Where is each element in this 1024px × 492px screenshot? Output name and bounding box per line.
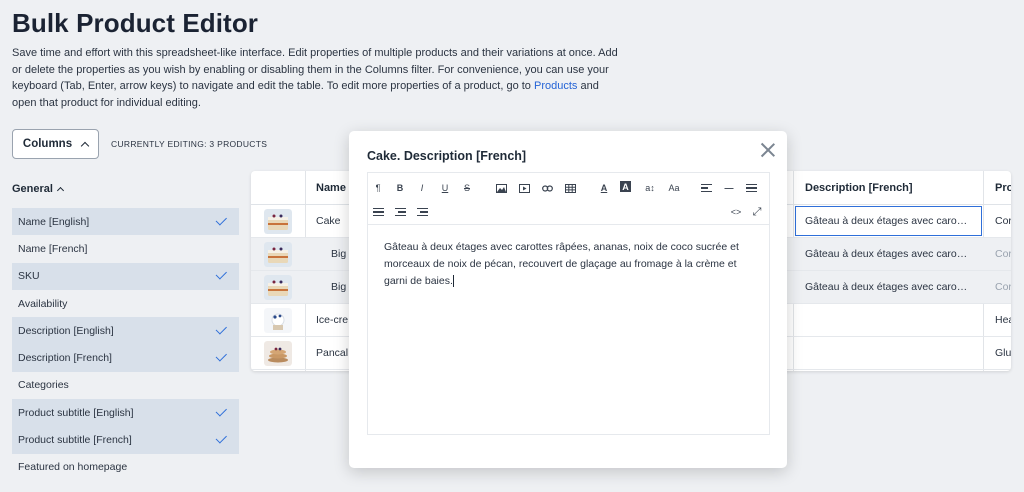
chevron-up-icon <box>56 186 65 195</box>
checkmark-icon <box>215 404 227 417</box>
column-option-label: Description [French] <box>18 352 112 365</box>
product-thumbnail <box>264 209 292 234</box>
cell-name[interactable]: Pancal <box>316 337 348 369</box>
editor-text: Gâteau à deux étages avec carottes râpée… <box>384 241 739 287</box>
checkmark-icon <box>215 268 227 280</box>
column-option-label: Name [French] <box>18 242 88 255</box>
cell-subtitle[interactable]: Hea <box>995 304 1011 336</box>
rich-text-editor: ¶ B I U S A A a↕ Aa — <> ⤢ Gâteau à deux… <box>367 172 770 435</box>
intro-text: Save time and effort with this spreadshe… <box>12 47 618 109</box>
columns-button[interactable]: Columns <box>12 129 99 159</box>
fullscreen-icon[interactable]: ⤢ <box>749 205 765 219</box>
cell-description-french[interactable]: Gâteau à deux étages avec caro… <box>805 271 967 303</box>
page-title: Bulk Product Editor <box>12 8 259 38</box>
line-height-icon[interactable]: a↕ <box>640 181 660 195</box>
column-option[interactable]: Categories <box>12 372 239 399</box>
cell-description-french[interactable]: Gâteau à deux étages avec caro… <box>805 238 967 270</box>
general-group-toggle[interactable]: General <box>12 183 65 195</box>
products-link[interactable]: Products <box>534 80 577 92</box>
modal-title: Cake. Description [French] <box>367 149 527 163</box>
close-icon[interactable] <box>759 141 777 159</box>
unordered-list-icon[interactable] <box>743 181 759 195</box>
column-option[interactable]: SKU <box>12 262 239 290</box>
image-icon[interactable] <box>493 181 509 195</box>
cell-name[interactable]: Ice-cre <box>316 304 348 336</box>
cell-subtitle[interactable]: Cor <box>995 271 1011 303</box>
cell-subtitle[interactable]: Glu <box>995 337 1011 369</box>
product-thumbnail <box>264 341 292 366</box>
column-option-label: Availability <box>18 297 68 310</box>
cell-subtitle[interactable]: Cor <box>995 238 1011 270</box>
column-option[interactable]: Featured on homepage <box>12 454 239 481</box>
column-option[interactable]: Availability <box>12 290 239 317</box>
header-description-french[interactable]: Description [French] <box>805 171 913 204</box>
chevron-up-icon <box>80 141 90 151</box>
indent-icon[interactable] <box>414 205 430 219</box>
strikethrough-icon[interactable]: S <box>459 181 475 195</box>
italic-icon[interactable]: I <box>414 181 430 195</box>
column-option-label: SKU <box>18 270 40 283</box>
column-option-label: Product subtitle [English] <box>18 406 134 419</box>
paragraph-icon[interactable]: ¶ <box>370 181 386 195</box>
editor-content[interactable]: Gâteau à deux étages avec carottes râpée… <box>368 225 769 304</box>
cell-name[interactable]: Cake <box>316 205 341 237</box>
checkmark-icon <box>215 213 227 226</box>
header-name[interactable]: Name <box>316 171 346 204</box>
link-icon[interactable] <box>539 181 555 195</box>
bold-icon[interactable]: B <box>392 181 408 195</box>
column-option[interactable]: Description [English] <box>12 317 239 345</box>
column-option-label: Product subtitle [French] <box>18 434 132 447</box>
text-caret <box>452 275 454 288</box>
checkmark-icon <box>215 432 227 444</box>
horizontal-rule-icon[interactable]: — <box>721 181 737 195</box>
checkmark-icon <box>215 323 227 335</box>
column-option[interactable]: Product subtitle [English] <box>12 399 239 427</box>
text-color-icon[interactable]: A <box>596 181 612 195</box>
cell-name[interactable]: Big <box>331 238 346 270</box>
column-option[interactable]: Product subtitle [French] <box>12 426 239 454</box>
column-option-label: Categories <box>18 379 69 392</box>
column-option[interactable]: Name [English] <box>12 208 239 236</box>
outdent-icon[interactable] <box>392 205 408 219</box>
ordered-list-icon[interactable] <box>370 205 386 219</box>
header-product-subtitle[interactable]: Pro <box>995 171 1011 204</box>
editor-toolbar: ¶ B I U S A A a↕ Aa — <> ⤢ <box>368 173 769 225</box>
background-color-icon[interactable]: A <box>620 181 631 192</box>
columns-button-label: Columns <box>22 138 73 150</box>
column-option-label: Featured on homepage <box>18 461 128 474</box>
checkmark-icon <box>215 350 227 362</box>
column-option-label: Name [English] <box>18 215 90 228</box>
cell-name[interactable]: Big <box>331 271 346 303</box>
general-group-label: General <box>12 183 53 195</box>
cell-subtitle[interactable]: Cor <box>995 205 1011 237</box>
product-thumbnail <box>264 308 292 333</box>
cell-description-french[interactable]: Gâteau à deux étages avec caro… <box>794 205 983 237</box>
column-option-label: Description [English] <box>18 324 114 337</box>
description-editor-modal: Cake. Description [French] ¶ B I U S A A… <box>349 131 787 468</box>
code-view-icon[interactable]: <> <box>728 205 744 219</box>
column-option[interactable]: Name [French] <box>12 235 239 262</box>
underline-icon[interactable]: U <box>437 181 453 195</box>
product-thumbnail <box>264 242 292 267</box>
column-option[interactable]: Description [French] <box>12 344 239 372</box>
video-icon[interactable] <box>516 181 532 195</box>
editing-status: CURRENTLY EDITING: 3 PRODUCTS <box>111 139 268 149</box>
table-icon[interactable] <box>562 181 578 195</box>
font-case-icon[interactable]: Aa <box>664 181 684 195</box>
product-thumbnail <box>264 275 292 300</box>
align-left-icon[interactable] <box>698 181 714 195</box>
column-list: Name [English] Name [French] SKU Availab… <box>12 208 239 481</box>
